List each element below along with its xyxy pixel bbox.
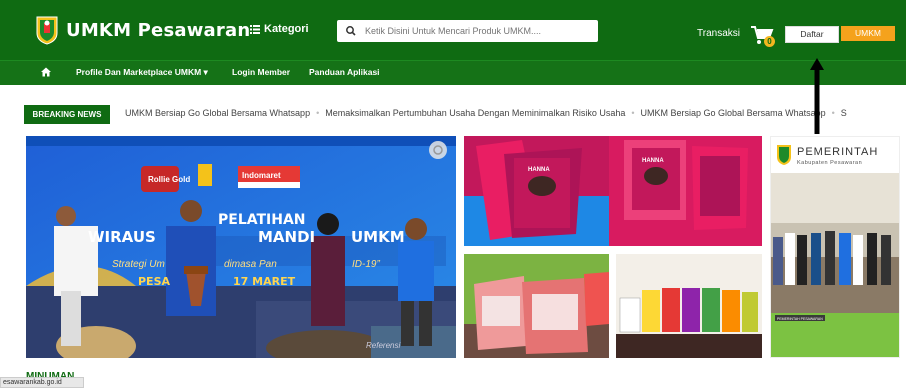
snack-product-photo bbox=[464, 254, 609, 358]
search-icon[interactable] bbox=[343, 25, 363, 37]
search-input[interactable] bbox=[363, 25, 587, 37]
banner-photo: Rollie Gold Indomaret PELATIHAN WIRAUS M… bbox=[26, 136, 456, 358]
banner-subtitle-3: ID-19” bbox=[352, 259, 380, 270]
ticker-separator: • bbox=[316, 108, 320, 118]
breaking-news-label: BREAKING NEWS bbox=[24, 105, 110, 124]
pemerintah-title: PEMERINTAH bbox=[797, 146, 878, 158]
ticker-item[interactable]: UMKM Bersiap Go Global Bersama Whatsapp bbox=[641, 108, 826, 118]
cart-count-badge: 0 bbox=[764, 36, 775, 47]
list-icon bbox=[250, 24, 260, 34]
ticker-item[interactable]: S bbox=[841, 108, 847, 118]
ticker-item[interactable]: Memaksimalkan Pertumbuhan Usaha Dengan M… bbox=[325, 108, 625, 118]
news-ticker: UMKM Bersiap Go Global Bersama Whatsapp •… bbox=[125, 108, 895, 118]
banner-subtitle-2: dimasa Pan bbox=[224, 259, 277, 270]
product-tile-snack-bags[interactable] bbox=[464, 254, 609, 358]
main-nav: Profile Dan Marketplace UMKM ▾ Login Mem… bbox=[0, 60, 906, 85]
sponsor-rollie-text: Rollie Gold bbox=[148, 175, 190, 184]
pemerintah-banner-tile[interactable]: PEMERINTAH Kabupaten Pesawaran PEMERINTA… bbox=[770, 136, 900, 358]
banner-title-umkm: UMKM bbox=[351, 228, 405, 246]
nav-profile-marketplace[interactable]: Profile Dan Marketplace UMKM ▾ bbox=[76, 67, 208, 78]
nav-panduan-aplikasi[interactable]: Panduan Aplikasi bbox=[309, 67, 380, 77]
brand-title[interactable]: UMKM Pesawaran bbox=[66, 20, 250, 41]
main-banner-image[interactable]: Rollie Gold Indomaret PELATIHAN WIRAUS M… bbox=[26, 136, 456, 358]
sponsor-indomaret-text: Indomaret bbox=[242, 171, 281, 180]
transaksi-link[interactable]: Transaksi bbox=[697, 28, 740, 39]
chips-product-photo bbox=[616, 254, 762, 358]
banner-title-wiraus: WIRAUS bbox=[88, 228, 156, 246]
pemerintah-caption: PEMERINTAH PESAWARAN bbox=[777, 317, 823, 321]
umkm-button[interactable]: UMKM bbox=[841, 26, 895, 41]
banner-date-right: 17 MARET bbox=[233, 275, 296, 288]
product-tile-chips-display[interactable] bbox=[616, 254, 762, 358]
banner-title-pelatihan: PELATIHAN bbox=[218, 212, 306, 228]
product-label-2: HANNA bbox=[642, 158, 664, 164]
browser-status-url: esawarankab.go.id bbox=[0, 377, 84, 388]
product-label-1: HANNA bbox=[528, 167, 550, 173]
home-icon[interactable] bbox=[40, 66, 52, 78]
top-header: UMKM Pesawaran Kategori Transaksi 0 Daft… bbox=[0, 0, 906, 60]
ticker-item[interactable]: UMKM Bersiap Go Global Bersama Whatsapp bbox=[125, 108, 310, 118]
coffee-product-photo: HANNA HANNA bbox=[464, 136, 762, 246]
banner-watermark: Referensi bbox=[366, 341, 400, 350]
kategori-label: Kategori bbox=[264, 23, 309, 35]
annotation-arrow-icon bbox=[810, 58, 824, 134]
daftar-button[interactable]: Daftar bbox=[785, 26, 839, 43]
banner-title-mandi: MANDI bbox=[258, 228, 315, 246]
product-tile-coffee-red[interactable]: HANNA HANNA bbox=[464, 136, 762, 246]
search-bar[interactable] bbox=[337, 20, 598, 42]
nav-login-member[interactable]: Login Member bbox=[232, 67, 290, 77]
pemerintah-subtitle: Kabupaten Pesawaran bbox=[797, 160, 862, 166]
banner-date-left: PESA bbox=[138, 275, 170, 288]
banner-subtitle-1: Strategi Um bbox=[112, 259, 165, 270]
ticker-separator: • bbox=[831, 108, 835, 118]
pemerintah-photo: PEMERINTAH Kabupaten Pesawaran PEMERINTA… bbox=[771, 137, 899, 357]
ticker-separator: • bbox=[631, 108, 635, 118]
kategori-menu[interactable]: Kategori bbox=[250, 23, 309, 35]
pesawaran-logo-icon[interactable] bbox=[35, 15, 59, 45]
